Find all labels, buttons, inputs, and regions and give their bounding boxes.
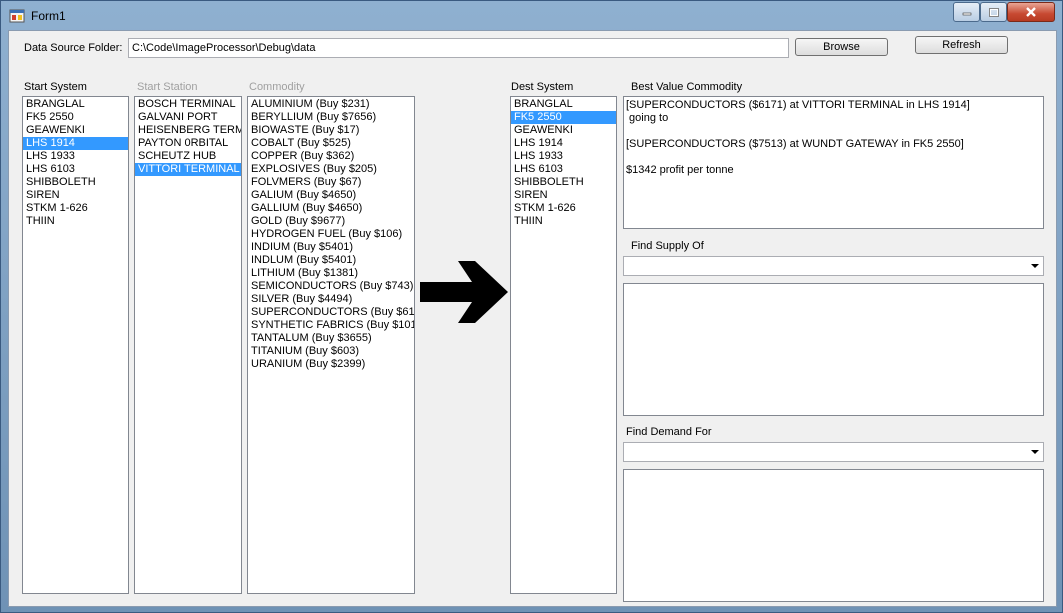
browse-button[interactable]: Browse	[795, 38, 888, 56]
best-value-line: going to	[626, 112, 669, 124]
best-value-line: [SUPERCONDUCTORS ($7513) at WUNDT GATEWA…	[626, 138, 964, 150]
start-system-label: Start System	[24, 81, 87, 93]
list-item[interactable]: LHS 6103	[511, 163, 616, 176]
list-item[interactable]: LHS 1933	[23, 150, 128, 163]
list-item[interactable]: SHIBBOLETH	[23, 176, 128, 189]
list-item[interactable]: LHS 1933	[511, 150, 616, 163]
list-item[interactable]: COBALT (Buy $525)	[248, 137, 414, 150]
window-title: Form1	[31, 9, 66, 23]
list-item[interactable]: HYDROGEN FUEL (Buy $106)	[248, 228, 414, 241]
list-item[interactable]: STKM 1-626	[511, 202, 616, 215]
list-item[interactable]: BOSCH TERMINAL	[135, 98, 241, 111]
list-item[interactable]: GALVANI PORT	[135, 111, 241, 124]
best-value-label: Best Value Commodity	[631, 81, 743, 93]
list-item[interactable]: THIIN	[511, 215, 616, 228]
list-item[interactable]: GEAWENKI	[23, 124, 128, 137]
list-item[interactable]: BIOWASTE (Buy $17)	[248, 124, 414, 137]
refresh-button[interactable]: Refresh	[915, 36, 1008, 54]
list-item[interactable]: SIREN	[23, 189, 128, 202]
list-item[interactable]: BRANGLAL	[23, 98, 128, 111]
list-item[interactable]: EXPLOSIVES (Buy $205)	[248, 163, 414, 176]
dest-system-label: Dest System	[511, 81, 574, 93]
close-button[interactable]	[1007, 2, 1055, 22]
list-item[interactable]: URANIUM (Buy $2399)	[248, 358, 414, 371]
best-value-line: [SUPERCONDUCTORS ($6171) at VITTORI TERM…	[626, 99, 970, 111]
close-icon	[1026, 7, 1036, 17]
list-item[interactable]: FOLVMERS (Buy $67)	[248, 176, 414, 189]
list-item[interactable]: THIIN	[23, 215, 128, 228]
list-item[interactable]: SHIBBOLETH	[511, 176, 616, 189]
find-demand-combobox[interactable]	[623, 442, 1044, 462]
chevron-down-icon[interactable]	[1031, 450, 1039, 454]
best-value-textbox[interactable]: [SUPERCONDUCTORS ($6171) at VITTORI TERM…	[623, 96, 1044, 229]
list-item[interactable]: SUPERCONDUCTORS (Buy $6171)	[248, 306, 414, 319]
commodity-listbox[interactable]: ALUMINIUM (Buy $231) BERYLLIUM (Buy $7656…	[247, 96, 415, 594]
list-item[interactable]: BERYLLIUM (Buy $7656)	[248, 111, 414, 124]
find-demand-label: Find Demand For	[626, 426, 712, 438]
list-item[interactable]: GALLIUM (Buy $4650)	[248, 202, 414, 215]
list-item[interactable]: GOLD (Buy $9677)	[248, 215, 414, 228]
find-supply-results[interactable]	[623, 283, 1044, 416]
list-item[interactable]: FK5 2550	[511, 111, 616, 124]
list-item[interactable]: STKM 1-626	[23, 202, 128, 215]
list-item[interactable]: LITHIUM (Buy $1381)	[248, 267, 414, 280]
start-station-label: Start Station	[137, 81, 198, 93]
list-item[interactable]: GEAWENKI	[511, 124, 616, 137]
arrow-right-icon	[420, 261, 508, 323]
best-value-line	[626, 151, 1041, 164]
list-item[interactable]: LHS 6103	[23, 163, 128, 176]
find-supply-label: Find Supply Of	[631, 240, 704, 252]
list-item[interactable]: BRANGLAL	[511, 98, 616, 111]
list-item[interactable]: LHS 1914	[23, 137, 128, 150]
list-item[interactable]: SILVER (Buy $4494)	[248, 293, 414, 306]
list-item[interactable]: PAYTON 0RBITAL	[135, 137, 241, 150]
find-supply-combobox[interactable]	[623, 256, 1044, 276]
data-source-label: Data Source Folder:	[24, 42, 123, 54]
form-client-area: Data Source Folder: C:\Code\ImageProcess…	[8, 30, 1057, 607]
minimize-button[interactable]	[953, 2, 980, 22]
list-item[interactable]: COPPER (Buy $362)	[248, 150, 414, 163]
list-item[interactable]: INDLUM (Buy $5401)	[248, 254, 414, 267]
start-system-listbox[interactable]: BRANGLAL FK5 2550 GEAWENKI LHS 1914 LHS 1933…	[22, 96, 129, 594]
list-item[interactable]: SEMICONDUCTORS (Buy $743)	[248, 280, 414, 293]
list-item[interactable]: VITTORI TERMINAL	[135, 163, 241, 176]
minimize-icon	[962, 12, 971, 16]
list-item[interactable]: SCHEUTZ HUB	[135, 150, 241, 163]
data-source-path-input[interactable]: C:\Code\ImageProcessor\Debug\data	[128, 38, 789, 58]
maximize-icon	[988, 7, 999, 17]
best-value-line	[626, 125, 1041, 138]
list-item[interactable]: SIREN	[511, 189, 616, 202]
list-item[interactable]: INDIUM (Buy $5401)	[248, 241, 414, 254]
list-item[interactable]: TITANIUM (Buy $603)	[248, 345, 414, 358]
dest-system-listbox[interactable]: BRANGLAL FK5 2550 GEAWENKI LHS 1914 LHS 1933…	[510, 96, 617, 594]
best-value-line: $1342 profit per tonne	[626, 164, 734, 176]
list-item[interactable]: TANTALUM (Buy $3655)	[248, 332, 414, 345]
chevron-down-icon[interactable]	[1031, 264, 1039, 268]
app-icon	[9, 9, 25, 23]
list-item[interactable]: ALUMINIUM (Buy $231)	[248, 98, 414, 111]
list-item[interactable]: SYNTHETIC FABRICS (Buy $101)	[248, 319, 414, 332]
commodity-label: Commodity	[249, 81, 305, 93]
find-demand-results[interactable]	[623, 469, 1044, 602]
title-bar[interactable]: Form1	[1, 1, 1062, 31]
maximize-button[interactable]	[980, 2, 1007, 22]
start-station-listbox[interactable]: BOSCH TERMINAL GALVANI PORT HEISENBERG TER…	[134, 96, 242, 594]
app-window: Form1 Data Source Folder: C:\Code\ImageP…	[0, 0, 1063, 613]
list-item[interactable]: HEISENBERG TERMINAL	[135, 124, 241, 137]
list-item[interactable]: FK5 2550	[23, 111, 128, 124]
list-item[interactable]: GALIUM (Buy $4650)	[248, 189, 414, 202]
list-item[interactable]: LHS 1914	[511, 137, 616, 150]
